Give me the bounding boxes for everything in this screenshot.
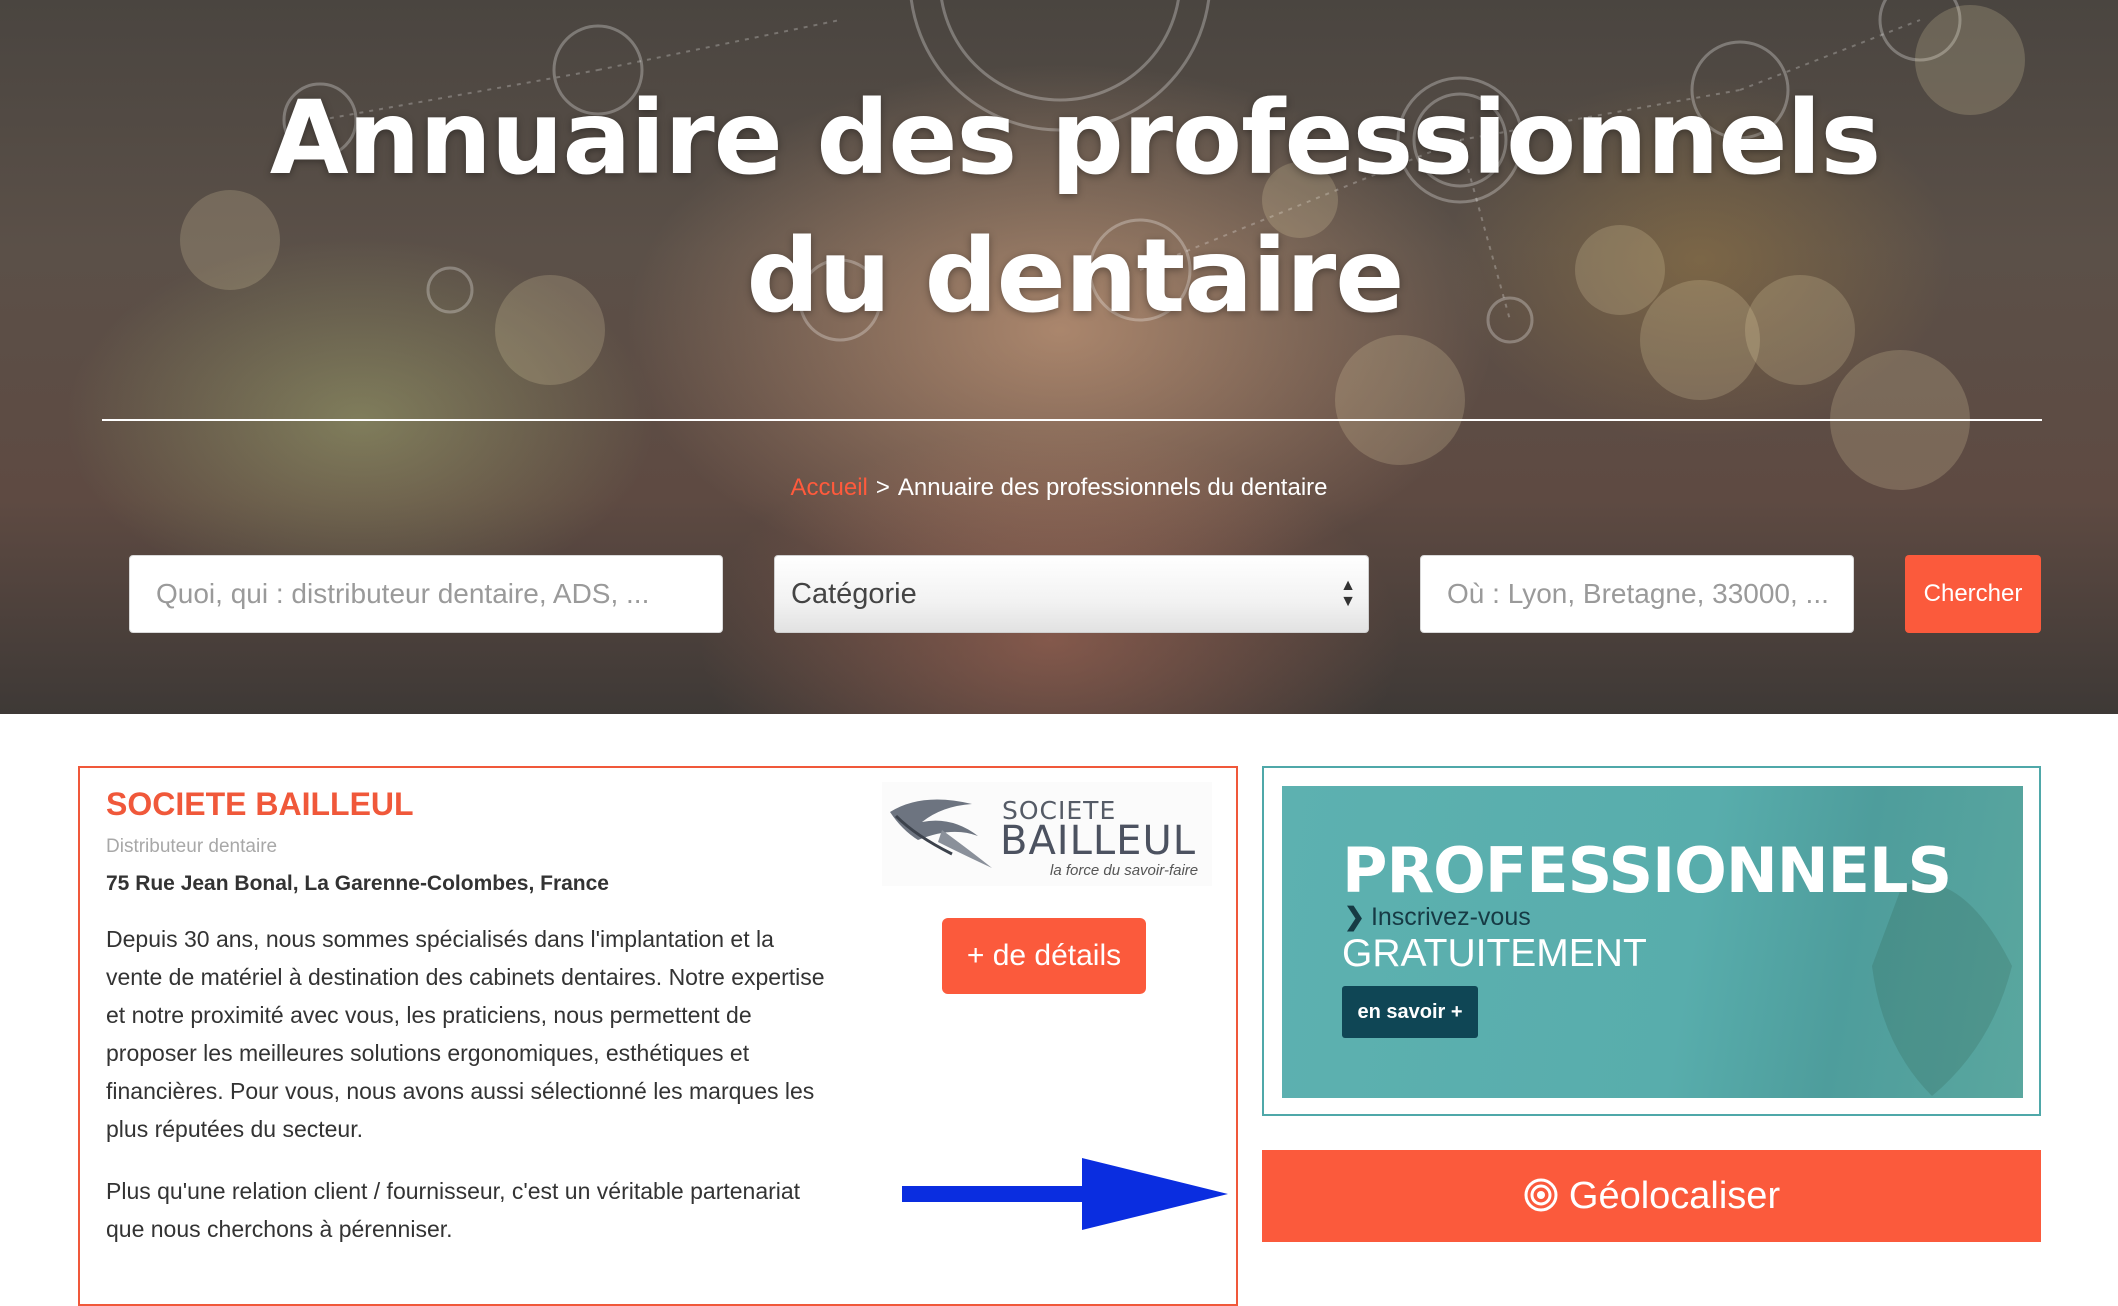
learn-more-button[interactable]: en savoir +: [1342, 986, 1478, 1038]
search-button[interactable]: Chercher: [1905, 555, 2041, 633]
logo-swoosh-icon: [890, 799, 992, 868]
target-icon: [1524, 1178, 1558, 1212]
logo-text-main: BAILLEUL: [1000, 818, 1197, 864]
breadcrumb-current: Annuaire des professionnels du dentaire: [897, 474, 1328, 501]
company-description: Depuis 30 ans, nous sommes spécialisés d…: [106, 926, 825, 1142]
select-arrows-icon: ▲ ▼: [1340, 577, 1356, 610]
breadcrumb-home-link[interactable]: Accueil: [790, 474, 867, 501]
pro-banner-subtitle-text: Inscrivez-vous: [1370, 903, 1531, 931]
details-button[interactable]: + de détails: [942, 918, 1146, 994]
category-select[interactable]: Catégorie ▲ ▼: [774, 555, 1369, 633]
hero-banner: Annuaire des professionnels du dentaire …: [0, 0, 2118, 714]
pro-banner-title: PROFESSIONNELS: [1342, 834, 1952, 907]
company-logo[interactable]: SOCIETE BAILLEUL la force du savoir-fair…: [882, 782, 1212, 886]
hero-divider: [102, 419, 2042, 421]
geolocate-button[interactable]: Géolocaliser: [1262, 1150, 2041, 1242]
pro-banner[interactable]: PROFESSIONNELS ❯ Inscrivez-vous GRATUITEM…: [1282, 786, 2023, 1098]
category-select-value: Catégorie: [791, 578, 917, 610]
breadcrumb: Accueil > Annuaire des professionnels du d…: [0, 474, 2118, 502]
what-search-input[interactable]: Quoi, qui : distributeur dentaire, ADS, …: [129, 555, 723, 633]
company-description-extra: Plus qu'une relation client / fournisseu…: [106, 1178, 801, 1242]
pro-banner-frame: PROFESSIONNELS ❯ Inscrivez-vous GRATUITEM…: [1262, 766, 2041, 1116]
page-title: Annuaire des professionnels du dentaire: [269, 79, 1881, 336]
geolocate-label: Géolocaliser: [1568, 1175, 1781, 1217]
pro-banner-highlight: GRATUITEMENT: [1342, 932, 1647, 975]
arrow-right-icon: [902, 1158, 1228, 1230]
company-address: 75 Rue Jean Bonal, La Garenne-Colombes, …: [106, 872, 609, 895]
logo-tagline: la force du savoir-faire: [1050, 862, 1199, 879]
where-search-input[interactable]: Où : Lyon, Bretagne, 33000, ...: [1420, 555, 1854, 633]
company-name-link[interactable]: SOCIETE BAILLEUL: [106, 786, 414, 823]
breadcrumb-separator: >: [875, 474, 890, 501]
pro-banner-subtitle: ❯ Inscrivez-vous: [1344, 902, 1531, 932]
company-category: Distributeur dentaire: [106, 836, 278, 857]
chevron-right-icon: ❯: [1344, 903, 1365, 931]
